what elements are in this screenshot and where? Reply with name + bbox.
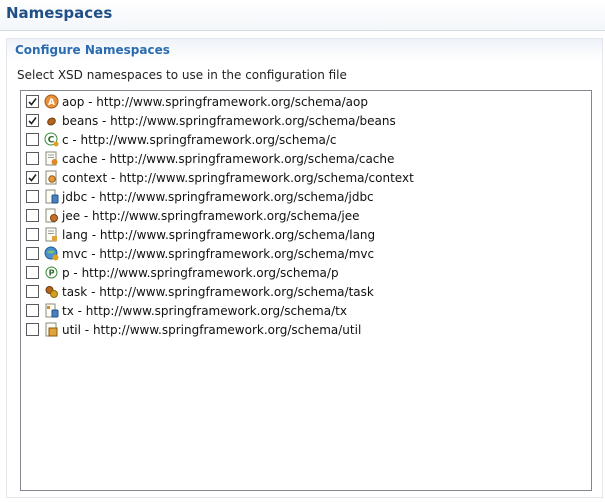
beans-icon — [47, 117, 56, 126]
checkbox[interactable] — [26, 114, 39, 127]
context-icon — [45, 170, 57, 185]
p-namespace-icon: P — [45, 266, 58, 279]
namespace-label: task - http://www.springframework.org/sc… — [62, 285, 374, 299]
lang-icon — [45, 227, 57, 242]
jee-icon — [45, 208, 58, 223]
svg-text:A: A — [48, 98, 55, 108]
namespace-row-p[interactable]: P p - http://www.springframework.org/sch… — [21, 264, 591, 283]
checkbox[interactable] — [26, 323, 39, 336]
namespace-row-lang[interactable]: lang - http://www.springframework.org/sc… — [21, 226, 591, 245]
checkbox[interactable] — [26, 171, 39, 184]
cache-icon — [45, 151, 58, 166]
aop-icon: A — [44, 94, 59, 109]
configure-namespaces-section: Configure Namespaces Select XSD namespac… — [6, 38, 603, 498]
namespace-label: tx - http://www.springframework.org/sche… — [62, 304, 347, 318]
namespace-label: cache - http://www.springframework.org/s… — [62, 152, 395, 166]
checkbox[interactable] — [26, 95, 39, 108]
mvc-icon — [44, 246, 59, 261]
checkbox[interactable] — [26, 152, 39, 165]
checkbox[interactable] — [26, 228, 39, 241]
task-icon — [45, 286, 58, 298]
page-title: Namespaces — [6, 4, 113, 22]
namespace-label: jee - http://www.springframework.org/sch… — [62, 209, 360, 223]
section-description: Select XSD namespaces to use in the conf… — [17, 68, 347, 82]
namespace-label: util - http://www.springframework.org/sc… — [62, 323, 362, 337]
namespace-row-c[interactable]: C c - http://www.springframework.org/sch… — [21, 131, 591, 150]
checkbox[interactable] — [26, 209, 39, 222]
svg-text:P: P — [49, 269, 55, 278]
checkbox[interactable] — [26, 247, 39, 260]
namespace-row-util[interactable]: util - http://www.springframework.org/sc… — [21, 321, 591, 340]
checkbox[interactable] — [26, 190, 39, 203]
checkbox[interactable] — [26, 304, 39, 317]
namespace-row-aop[interactable]: A aop - http://www.springframework.org/s… — [21, 93, 591, 112]
jdbc-icon — [45, 189, 59, 204]
namespace-row-tx[interactable]: tx - http://www.springframework.org/sche… — [21, 302, 591, 321]
namespace-row-jee[interactable]: jee - http://www.springframework.org/sch… — [21, 207, 591, 226]
namespace-row-task[interactable]: task - http://www.springframework.org/sc… — [21, 283, 591, 302]
namespace-list[interactable]: A aop - http://www.springframework.org/s… — [20, 90, 592, 491]
namespace-label: c - http://www.springframework.org/schem… — [62, 133, 337, 147]
namespace-row-cache[interactable]: cache - http://www.springframework.org/s… — [21, 150, 591, 169]
section-title: Configure Namespaces — [15, 43, 170, 57]
c-namespace-icon: C — [44, 132, 59, 147]
namespace-label: mvc - http://www.springframework.org/sch… — [62, 247, 375, 261]
util-icon — [45, 322, 58, 337]
namespace-row-mvc[interactable]: mvc - http://www.springframework.org/sch… — [21, 245, 591, 264]
namespace-label: jdbc - http://www.springframework.org/sc… — [62, 190, 374, 204]
namespace-label: beans - http://www.springframework.org/s… — [62, 114, 396, 128]
page-header: Namespaces — [0, 0, 605, 31]
tx-icon — [45, 303, 59, 318]
namespace-row-beans[interactable]: beans - http://www.springframework.org/s… — [21, 112, 591, 131]
checkbox[interactable] — [26, 285, 39, 298]
namespace-label: lang - http://www.springframework.org/sc… — [62, 228, 376, 242]
namespace-label: context - http://www.springframework.org… — [62, 171, 414, 185]
checkbox[interactable] — [26, 133, 39, 146]
section-header: Configure Namespaces — [7, 39, 602, 61]
namespace-label: aop - http://www.springframework.org/sch… — [62, 95, 368, 109]
namespace-label: p - http://www.springframework.org/schem… — [62, 266, 339, 280]
namespace-row-jdbc[interactable]: jdbc - http://www.springframework.org/sc… — [21, 188, 591, 207]
checkbox[interactable] — [26, 266, 39, 279]
namespace-row-context[interactable]: context - http://www.springframework.org… — [21, 169, 591, 188]
